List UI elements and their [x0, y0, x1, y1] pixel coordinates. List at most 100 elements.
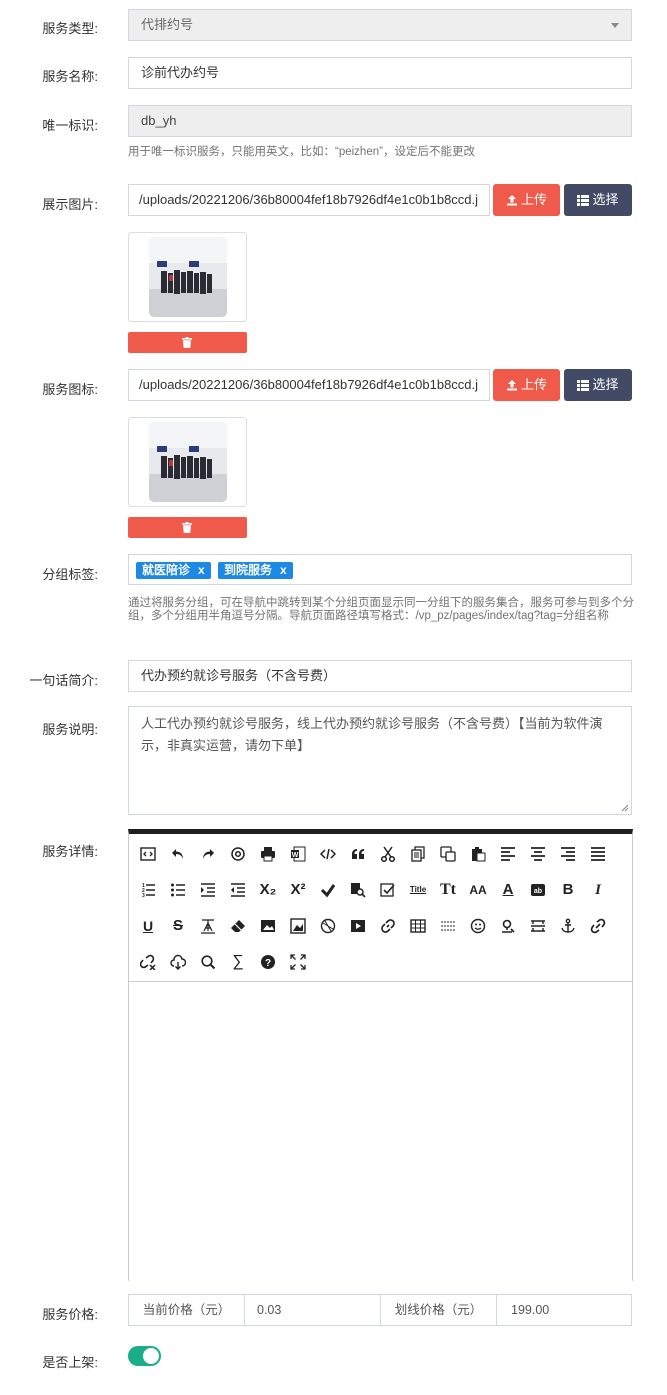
- display-image-path-input[interactable]: /uploads/20221206/36b80004fef18b7926df4e…: [128, 184, 490, 216]
- group-tags-input[interactable]: 就医陪诊 x 到院服务 x: [128, 554, 632, 585]
- fullscreen-icon[interactable]: [285, 949, 311, 975]
- text-style-icon[interactable]: [195, 913, 221, 939]
- video-icon[interactable]: [345, 913, 371, 939]
- description-textarea[interactable]: 人工代办预约就诊号服务，线上代办预约就诊号服务（不含号费）【当前为软件演示，非真…: [128, 706, 632, 815]
- code-icon[interactable]: [315, 841, 341, 867]
- formula-icon[interactable]: ∑: [225, 949, 251, 975]
- upload-label: 上传: [520, 192, 547, 207]
- title-icon[interactable]: Title: [405, 877, 431, 903]
- service-type-label: 服务类型:: [42, 21, 98, 36]
- chevron-down-icon: [611, 23, 619, 28]
- tag-remove-button[interactable]: x: [280, 563, 287, 577]
- emotion-icon[interactable]: [315, 913, 341, 939]
- service-name-input[interactable]: 诊前代办约号: [128, 57, 632, 89]
- word-paste-icon[interactable]: W: [285, 841, 311, 867]
- details-label: 服务详情:: [42, 844, 98, 859]
- strikethrough-icon[interactable]: S: [165, 913, 191, 939]
- unordered-list-icon[interactable]: [165, 877, 191, 903]
- display-image-choose-button[interactable]: 选择: [564, 184, 632, 216]
- service-icon-preview: [128, 417, 247, 507]
- clear-format-icon[interactable]: [315, 877, 341, 903]
- highlight-icon[interactable]: ab: [525, 877, 551, 903]
- upload-icon: [506, 195, 517, 206]
- font-family-icon[interactable]: Tt: [435, 877, 461, 903]
- smiley-icon[interactable]: [465, 913, 491, 939]
- align-center-icon[interactable]: [525, 841, 551, 867]
- underline-icon[interactable]: U: [135, 913, 161, 939]
- print-icon[interactable]: [255, 841, 281, 867]
- svg-text:ab: ab: [534, 888, 542, 895]
- display-image-preview: [128, 232, 247, 322]
- paste-icon[interactable]: [465, 841, 491, 867]
- service-icon-delete-button[interactable]: [128, 517, 247, 538]
- link-icon[interactable]: [375, 913, 401, 939]
- description-label: 服务说明:: [42, 722, 98, 737]
- summary-label: 一句话简介:: [29, 673, 98, 688]
- upload-icon: [506, 380, 517, 391]
- help-icon[interactable]: ?: [255, 949, 281, 975]
- undo-icon[interactable]: [165, 841, 191, 867]
- font-size-icon[interactable]: AA: [465, 877, 491, 903]
- service-icon-choose-button[interactable]: 选择: [564, 369, 632, 401]
- align-justify-icon[interactable]: [585, 841, 611, 867]
- current-price-input[interactable]: 0.03: [245, 1295, 379, 1325]
- eraser-icon[interactable]: [225, 913, 251, 939]
- tag-text: 到院服务: [224, 563, 273, 577]
- redo-icon[interactable]: [195, 841, 221, 867]
- unique-id-help: 用于唯一标识服务，只能用英文，比如：“peizhen”，设定后不能更改: [128, 146, 475, 158]
- price-label: 服务价格:: [42, 1307, 98, 1322]
- service-icon-path-input[interactable]: /uploads/20221206/36b80004fef18b7926df4e…: [128, 369, 490, 401]
- source-code-icon[interactable]: [135, 841, 161, 867]
- display-image-upload-button[interactable]: 上传: [493, 184, 560, 216]
- display-image-delete-button[interactable]: [128, 332, 247, 353]
- unlink-icon[interactable]: [135, 949, 161, 975]
- service-type-select[interactable]: 代排约号: [128, 9, 632, 41]
- resize-grip-icon[interactable]: [621, 804, 629, 812]
- indent-icon[interactable]: [195, 877, 221, 903]
- align-right-icon[interactable]: [555, 841, 581, 867]
- copy-icon[interactable]: [405, 841, 431, 867]
- tag-chip: 到院服务 x: [218, 562, 293, 579]
- strike-price-addon: 划线价格（元）: [381, 1295, 496, 1325]
- multi-image-icon[interactable]: [285, 913, 311, 939]
- anchor-at-icon[interactable]: [225, 841, 251, 867]
- bold-icon[interactable]: B: [555, 877, 581, 903]
- search-icon[interactable]: [195, 949, 221, 975]
- paste-text-icon[interactable]: [435, 841, 461, 867]
- service-icon-upload-button[interactable]: 上传: [493, 369, 560, 401]
- outdent-icon[interactable]: [225, 877, 251, 903]
- tag-text: 就医陪诊: [142, 563, 191, 577]
- group-tags-label: 分组标签:: [42, 567, 98, 582]
- table-icon[interactable]: [405, 913, 431, 939]
- strike-price-input[interactable]: 199.00: [497, 1295, 631, 1325]
- select-all-icon[interactable]: [375, 877, 401, 903]
- svg-text:3: 3: [142, 893, 145, 898]
- align-left-icon[interactable]: [495, 841, 521, 867]
- editor-content-area[interactable]: [129, 981, 632, 1281]
- find-replace-icon[interactable]: [345, 877, 371, 903]
- svg-text:?: ?: [265, 958, 271, 969]
- tag-remove-button[interactable]: x: [198, 563, 205, 577]
- font-color-icon[interactable]: A: [495, 877, 521, 903]
- choose-label: 选择: [592, 192, 619, 207]
- toggle-knob: [143, 1348, 159, 1364]
- anchor-icon[interactable]: [555, 913, 581, 939]
- service-icon-label: 服务图标:: [42, 382, 98, 397]
- summary-input[interactable]: 代办预约就诊号服务（不含号费）: [128, 660, 632, 692]
- display-image-label: 展示图片:: [42, 197, 98, 212]
- price-input-group: 当前价格（元） 0.03 划线价格（元） 199.00: [128, 1294, 632, 1326]
- ordered-list-icon[interactable]: 123: [135, 877, 161, 903]
- subscript-icon[interactable]: X₂: [255, 877, 281, 903]
- horizontal-rule-icon[interactable]: [435, 913, 461, 939]
- link-alt-icon[interactable]: [585, 913, 611, 939]
- map-icon[interactable]: [495, 913, 521, 939]
- italic-icon[interactable]: I: [585, 877, 611, 903]
- superscript-icon[interactable]: X²: [285, 877, 311, 903]
- image-icon[interactable]: [255, 913, 281, 939]
- quote-icon[interactable]: [345, 841, 371, 867]
- on-shelf-toggle[interactable]: [128, 1346, 161, 1366]
- cloud-upload-icon[interactable]: [165, 949, 191, 975]
- image-thumbnail: [149, 237, 227, 317]
- cut-icon[interactable]: [375, 841, 401, 867]
- page-break-icon[interactable]: [525, 913, 551, 939]
